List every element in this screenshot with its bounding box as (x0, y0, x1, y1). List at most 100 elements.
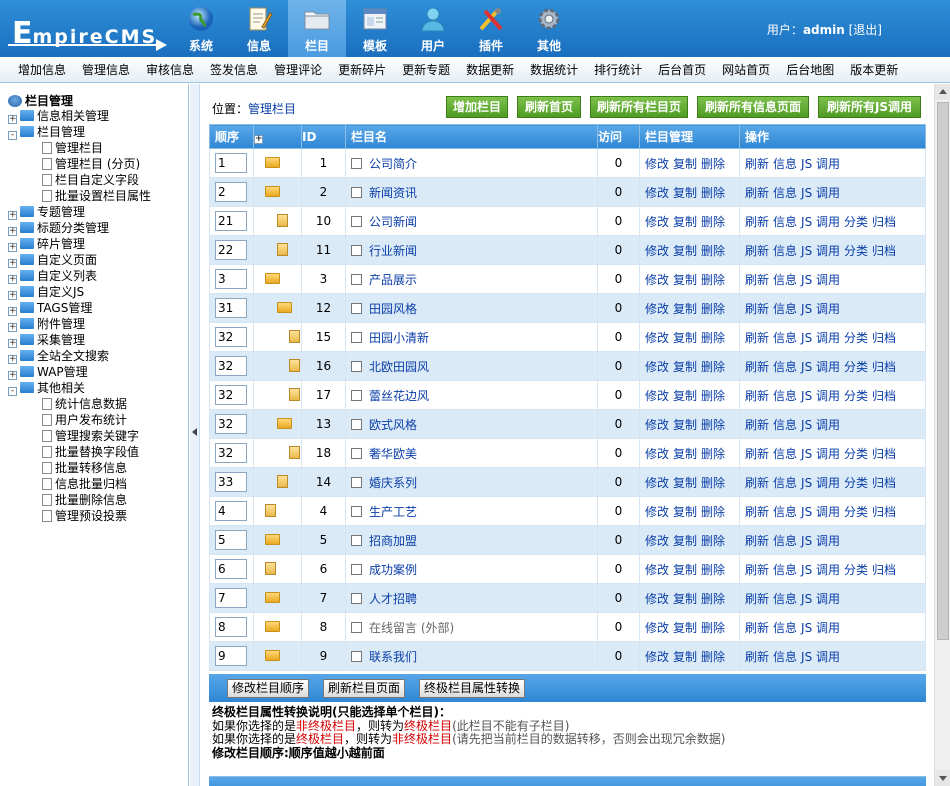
sidebar-item-21[interactable]: 批量替换字段值 (42, 444, 139, 460)
js-link[interactable]: JS 调用 (801, 534, 840, 548)
copy-link[interactable]: 复制 (673, 302, 697, 316)
category-link[interactable]: 分类 (844, 215, 868, 229)
column-name-link[interactable]: 产品展示 (369, 273, 417, 287)
expand-icon[interactable]: + (8, 291, 17, 300)
sidebar-item-15[interactable]: + 全站全文搜索 (8, 348, 109, 364)
delete-link[interactable]: 删除 (701, 273, 725, 287)
edit-link[interactable]: 修改 (645, 157, 669, 171)
info-link[interactable]: 信息 (773, 505, 797, 519)
column-name-link[interactable]: 新闻资讯 (369, 186, 417, 200)
js-link[interactable]: JS 调用 (801, 215, 840, 229)
archive-link[interactable]: 归档 (872, 476, 896, 490)
edit-link[interactable]: 修改 (645, 273, 669, 287)
row-checkbox[interactable] (351, 244, 362, 256)
scroll-up-arrow-icon[interactable] (935, 84, 950, 100)
delete-link[interactable]: 删除 (701, 418, 725, 432)
order-input[interactable] (215, 530, 247, 550)
copy-link[interactable]: 复制 (673, 186, 697, 200)
column-name-link[interactable]: 在线留言 (外部) (369, 621, 454, 635)
col-header-expand[interactable]: + (253, 124, 302, 149)
order-input[interactable] (215, 269, 247, 289)
submenu-item-6[interactable]: 更新专题 (394, 57, 458, 83)
order-input[interactable] (215, 153, 247, 173)
column-name-link[interactable]: 联系我们 (369, 650, 417, 664)
folder-icon[interactable] (265, 592, 280, 603)
order-input[interactable] (215, 211, 247, 231)
row-checkbox[interactable] (351, 389, 362, 401)
sidebar-item-13[interactable]: + 附件管理 (8, 316, 85, 332)
archive-link[interactable]: 归档 (872, 447, 896, 461)
submenu-item-11[interactable]: 网站首页 (714, 57, 778, 83)
row-checkbox[interactable] (351, 650, 362, 662)
column-name-link[interactable]: 蕾丝花边风 (369, 389, 429, 403)
expand-icon[interactable]: + (8, 371, 17, 380)
delete-link[interactable]: 删除 (701, 186, 725, 200)
order-input[interactable] (215, 588, 247, 608)
order-input[interactable] (215, 182, 247, 202)
delete-link[interactable]: 删除 (701, 534, 725, 548)
sidebar-splitter[interactable] (190, 84, 200, 786)
row-checkbox[interactable] (351, 360, 362, 372)
edit-link[interactable]: 修改 (645, 244, 669, 258)
sidebar-item-11[interactable]: + 自定义JS (8, 284, 84, 300)
row-checkbox[interactable] (351, 447, 362, 459)
archive-link[interactable]: 归档 (872, 331, 896, 345)
topnav-item-0[interactable]: 系统 (172, 0, 230, 57)
refresh-link[interactable]: 刷新 (745, 273, 769, 287)
refresh-link[interactable]: 刷新 (745, 331, 769, 345)
folder-icon[interactable] (265, 621, 280, 632)
edit-link[interactable]: 修改 (645, 476, 669, 490)
column-name-link[interactable]: 成功案例 (369, 563, 417, 577)
expand-icon[interactable]: + (8, 115, 17, 124)
js-link[interactable]: JS 调用 (801, 418, 840, 432)
refresh-link[interactable]: 刷新 (745, 244, 769, 258)
js-link[interactable]: JS 调用 (801, 563, 840, 577)
refresh-link[interactable]: 刷新 (745, 447, 769, 461)
expand-icon[interactable]: + (8, 355, 17, 364)
js-link[interactable]: JS 调用 (801, 389, 840, 403)
category-link[interactable]: 分类 (844, 331, 868, 345)
collapse-icon[interactable]: - (8, 387, 17, 396)
category-link[interactable]: 分类 (844, 389, 868, 403)
sidebar-item-23[interactable]: 信息批量归档 (42, 476, 127, 492)
info-link[interactable]: 信息 (773, 563, 797, 577)
expand-icon[interactable]: + (8, 307, 17, 316)
order-input[interactable] (215, 617, 247, 637)
category-link[interactable]: 分类 (844, 476, 868, 490)
order-input[interactable] (215, 472, 247, 492)
edit-link[interactable]: 修改 (645, 215, 669, 229)
category-link[interactable]: 分类 (844, 447, 868, 461)
info-link[interactable]: 信息 (773, 476, 797, 490)
submenu-item-9[interactable]: 排行统计 (586, 57, 650, 83)
category-link[interactable]: 分类 (844, 360, 868, 374)
copy-link[interactable]: 复制 (673, 505, 697, 519)
js-link[interactable]: JS 调用 (801, 621, 840, 635)
edit-link[interactable]: 修改 (645, 389, 669, 403)
info-link[interactable]: 信息 (773, 331, 797, 345)
copy-link[interactable]: 复制 (673, 273, 697, 287)
refresh-link[interactable]: 刷新 (745, 186, 769, 200)
collapse-arrow-icon[interactable] (192, 428, 197, 436)
column-name-link[interactable]: 田园小清新 (369, 331, 429, 345)
sidebar-item-25[interactable]: 管理预设投票 (42, 508, 127, 524)
delete-link[interactable]: 删除 (701, 302, 725, 316)
order-input[interactable] (215, 443, 247, 463)
js-link[interactable]: JS 调用 (801, 186, 840, 200)
folder-icon[interactable] (265, 534, 280, 545)
expand-icon[interactable]: + (8, 339, 17, 348)
edit-link[interactable]: 修改 (645, 447, 669, 461)
sidebar-item-6[interactable]: + 专题管理 (8, 204, 85, 220)
folder-icon[interactable] (265, 186, 280, 197)
column-name-link[interactable]: 欧式风格 (369, 418, 417, 432)
folder-icon[interactable] (277, 302, 292, 313)
copy-link[interactable]: 复制 (673, 215, 697, 229)
row-checkbox[interactable] (351, 505, 362, 517)
sidebar-item-1[interactable]: - 栏目管理 (8, 124, 85, 140)
refresh-link[interactable]: 刷新 (745, 157, 769, 171)
order-input[interactable] (215, 501, 247, 521)
copy-link[interactable]: 复制 (673, 157, 697, 171)
refresh-column-pages-button[interactable]: 刷新栏目页面 (323, 679, 405, 698)
folder-icon[interactable] (265, 157, 280, 168)
sidebar-item-7[interactable]: + 标题分类管理 (8, 220, 109, 236)
document-icon[interactable] (277, 475, 288, 488)
